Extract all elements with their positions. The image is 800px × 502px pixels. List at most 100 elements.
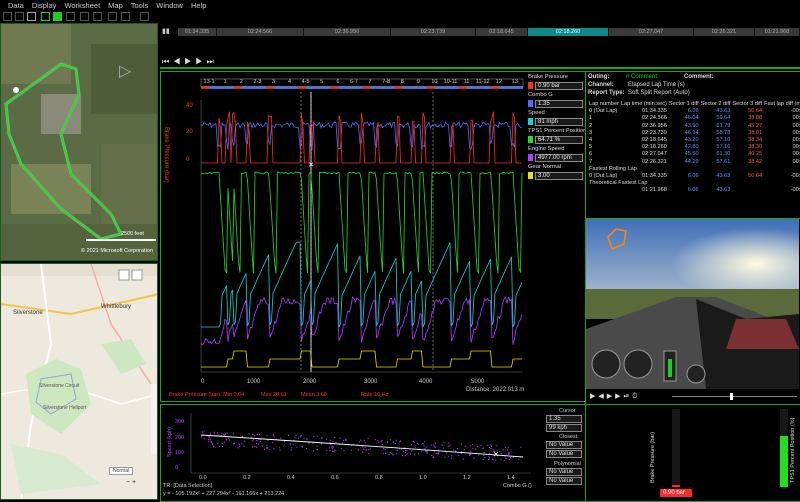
menu-help[interactable]: Help: [187, 0, 210, 11]
record-icon[interactable]: [53, 12, 62, 21]
timeline-controls[interactable]: ⏮◀▶▶⏭: [162, 57, 218, 67]
scatter-point-89: [209, 439, 211, 441]
scatter-point-176: [396, 449, 398, 452]
lap-timeline[interactable]: ▮▮ 01:34.335 02:24.566 02:36.956 02:23.7…: [160, 23, 800, 71]
scatter-point-311: [332, 441, 334, 443]
scatter-point-232: [258, 443, 260, 445]
scatter-point-132: [455, 450, 457, 452]
menu-display[interactable]: Display: [28, 0, 61, 11]
pause-icon[interactable]: ▮▮: [162, 27, 170, 35]
scatter-point-103: [244, 440, 246, 442]
menu-worksheet[interactable]: Worksheet: [60, 0, 104, 11]
scatter-x-tick-2: 0.4: [287, 475, 295, 481]
scatter-point-271: [433, 444, 435, 446]
timeline-lap-6[interactable]: 02:27.047: [609, 28, 694, 36]
scatter-point-16: [289, 443, 291, 445]
scatter-point-199: [301, 446, 303, 448]
scatter-point-146: [378, 441, 380, 443]
scatter-point-111: [368, 453, 370, 455]
lap-row-1-cell-5: 00:06.305: [792, 115, 800, 122]
scatter-point-262: [470, 454, 472, 456]
menu-window[interactable]: Window: [152, 0, 187, 11]
xy-scatter-panel[interactable]: ✕ Speed (kph) 300 200 100 0 0.0 0.2 0.4 0.6…: [160, 404, 586, 502]
timeline-lap-5[interactable]: 02:18.260: [528, 28, 609, 36]
scatter-point-286: [490, 447, 492, 449]
graph-y-label: Brake Pressure (bar): [163, 127, 169, 183]
timeline-lap-7[interactable]: 02:26.321: [694, 28, 755, 36]
satellite-map-panel[interactable]: ▷ 2500 feet © 2021 Microsoft Corporation: [0, 23, 158, 261]
scatter-point-189: [207, 439, 209, 441]
scatter-point-192: [223, 433, 225, 435]
scatter-point-160: [268, 448, 270, 450]
legend-swatch-1: [528, 100, 533, 107]
lap-row-5-cell-2: 42.80: [684, 144, 699, 151]
video-scrubber[interactable]: [672, 396, 797, 397]
lap-report-panel[interactable]: Outing: # Comment: Comment: Channel: Ela…: [585, 71, 800, 220]
section-label-16: 11: [464, 79, 470, 85]
scatter-point-2: [411, 444, 413, 446]
stat-rate: Rate 10 Hz: [361, 392, 389, 398]
scatter-point-117: [443, 441, 445, 443]
scatter-point-290: [238, 444, 240, 446]
scatter-point-289: [279, 449, 281, 451]
onboard-video-panel[interactable]: ▶◀▶▶⏯⏱: [585, 218, 800, 406]
menu-map[interactable]: Map: [104, 0, 127, 11]
zoom-select[interactable]: Normal: [109, 467, 134, 475]
pan-icon[interactable]: [41, 12, 50, 21]
scatter-point-22: [256, 446, 258, 448]
lap-row-3-cell-2: 46.94: [684, 129, 699, 136]
timeline-lap-0[interactable]: 01:34.335: [178, 28, 217, 36]
lap-row-2-cell-2: 43.90: [684, 122, 699, 129]
fastest-rolling-row: 0 (Out Lap) 01:34.335 6.06 43.63 50.64 -00:43…: [588, 173, 800, 180]
timeline-lap-1[interactable]: 02:24.566: [217, 28, 304, 36]
scatter-point-149: [329, 450, 331, 452]
lap-row-5-cell-1: 02:18.260: [641, 144, 667, 151]
export-icon[interactable]: [108, 12, 117, 21]
scatter-point-82: [407, 452, 409, 454]
scatter-point-196: [316, 435, 318, 437]
video-controls[interactable]: ▶◀▶▶⏯⏱: [590, 392, 641, 401]
layer-icon[interactable]: [15, 12, 24, 21]
timeline-lap-4[interactable]: 02:18.645: [476, 28, 528, 36]
undo-icon[interactable]: [140, 12, 149, 21]
scatter-x-tick-1: 0.2: [243, 475, 251, 481]
scatter-point-269: [426, 452, 428, 454]
zoom-icon[interactable]: [27, 12, 36, 21]
section-label-1: 1: [224, 79, 227, 85]
cursor-x-value: 1.35: [546, 415, 582, 423]
settings-icon[interactable]: [93, 12, 102, 21]
video-scrubber-handle[interactable]: [730, 393, 733, 400]
time-distance-graph[interactable]: 13-1 1 2 2-3 3 4 4-5 5 6 6-7 7 7-8 8 9 10 10-11 11 11-12 1…: [160, 71, 586, 402]
scatter-point-95: [435, 442, 437, 444]
scatter-point-23: [255, 442, 258, 445]
menu-data[interactable]: Data: [0, 0, 28, 11]
menu-tools[interactable]: Tools: [127, 0, 153, 11]
zoom-minus-icon[interactable]: − +: [126, 479, 136, 486]
lap-table-header: Lap number Lap time (min:sec) Sector 1 dif…: [588, 101, 800, 108]
lap-row-2-cell-5: 00:12.696: [792, 122, 800, 129]
timeline-lap-3[interactable]: 02:23.739: [391, 28, 476, 36]
select-tool-icon[interactable]: [3, 12, 12, 21]
scatter-point-86: [306, 447, 308, 449]
street-map-panel[interactable]: Silverstone Whittlebury Silverstone Circ…: [0, 263, 158, 500]
scatter-point-200: [325, 438, 328, 440]
scatter-point-46: [394, 443, 396, 445]
rotate-icon[interactable]: [66, 12, 75, 21]
section-label-7: 5: [320, 79, 323, 85]
lap-row-3-cell-4: 38.01: [748, 129, 763, 136]
scatter-point-81: [241, 443, 243, 445]
section-label-12: 8: [401, 79, 404, 85]
lap-table-header-cell-2: Sector 1 diff: [668, 101, 699, 107]
legend-value-4: 4977.00 rpm: [535, 154, 583, 162]
lap-row-6-cell-4: 40.25: [748, 151, 763, 158]
scatter-point-131: [364, 442, 366, 444]
timeline-lap-2[interactable]: 02:36.956: [304, 28, 391, 36]
sector-icon[interactable]: [80, 12, 89, 21]
legend-value-3: 64.71 %: [535, 136, 583, 144]
help-icon[interactable]: [121, 12, 130, 21]
lap-row-6-cell-3: 61.30: [716, 151, 731, 158]
timeline-lap-8[interactable]: 01:21.968: [755, 28, 800, 36]
scatter-point-295: [488, 446, 491, 449]
sy-tick-100: 100: [175, 450, 185, 456]
scatter-point-276: [339, 437, 341, 439]
